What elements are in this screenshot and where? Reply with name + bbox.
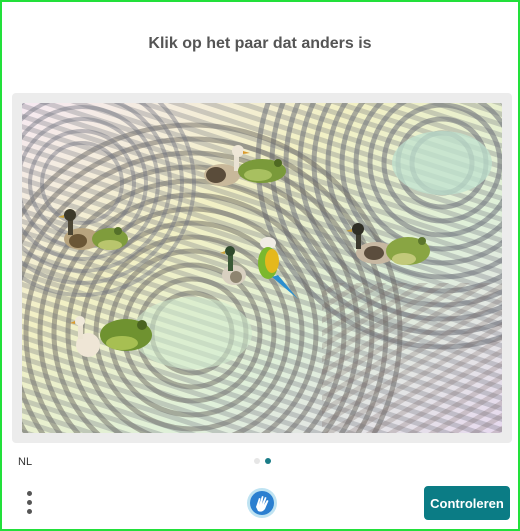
frog-figure — [100, 319, 152, 351]
challenge-image[interactable] — [22, 103, 502, 433]
frog-figure — [238, 159, 286, 183]
challenge-prompt: Klik op het paar dat anders is — [148, 35, 372, 52]
page-dot[interactable] — [254, 458, 260, 464]
hand-logo-icon[interactable] — [246, 487, 278, 519]
submit-button[interactable]: Controleren — [424, 486, 510, 520]
page-dot-active[interactable] — [265, 458, 271, 464]
captcha-widget: Klik op het paar dat anders is NL Contro… — [0, 0, 520, 531]
kebab-menu-icon[interactable] — [24, 491, 36, 517]
language-selector[interactable]: NL — [18, 456, 32, 468]
frog-figure — [386, 237, 430, 265]
